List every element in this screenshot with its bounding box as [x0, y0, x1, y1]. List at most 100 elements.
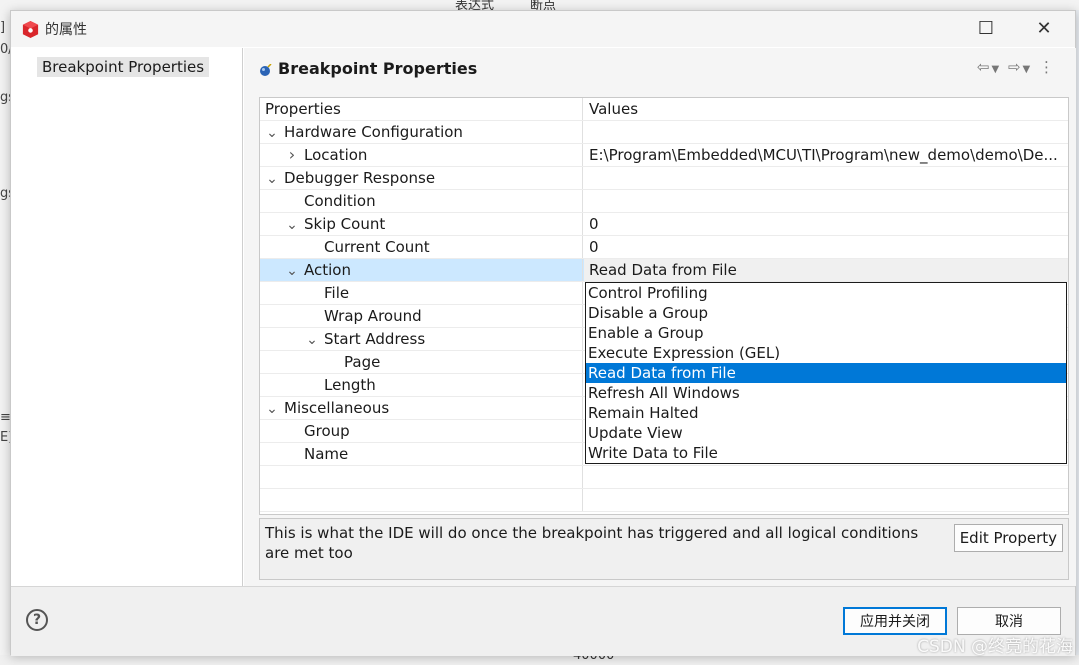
panel-title: Breakpoint Properties [278, 59, 478, 78]
expand-down-icon[interactable]: ⌄ [285, 218, 299, 232]
back-arrow-icon[interactable]: ⇦ [977, 58, 992, 76]
property-cell: Name [260, 443, 583, 465]
property-label: File [324, 284, 350, 302]
property-value[interactable]: Read Data from File [584, 259, 1068, 281]
breakpoint-icon [260, 64, 272, 76]
dropdown-option[interactable]: Execute Expression (GEL) [586, 343, 1066, 363]
properties-dialog: 的属性 ☐ ✕ Breakpoint Properties Breakpoint… [10, 10, 1076, 656]
property-value[interactable] [584, 121, 1068, 143]
property-label: Name [304, 445, 349, 463]
background-tab-expressions: 表达式 [455, 0, 495, 10]
property-label: Current Count [324, 238, 430, 256]
property-value[interactable]: E:\Program\Embedded\MCU\TI\Program\new_d… [584, 144, 1068, 166]
property-cell: ⌄ Debugger Response [260, 167, 583, 189]
property-cell: ⌄ Start Address [260, 328, 583, 350]
property-cell: ⌄ Hardware Configuration [260, 121, 583, 143]
property-label: Location [304, 146, 368, 164]
background-fragment: 0/ [0, 42, 10, 57]
property-cell: Length [260, 374, 583, 396]
property-cell: Condition [260, 190, 583, 212]
dropdown-option[interactable]: Remain Halted [586, 403, 1066, 423]
properties-table: Properties Values ⌄ Hardware Configuratio… [259, 97, 1069, 515]
property-cell [260, 489, 583, 511]
table-row[interactable] [260, 489, 1068, 512]
property-label: Skip Count [304, 215, 386, 233]
apply-and-close-button[interactable]: 应用并关闭 [843, 607, 947, 635]
nav-item-breakpoint-properties[interactable]: Breakpoint Properties [37, 57, 210, 77]
maximize-button[interactable]: ☐ [972, 17, 1000, 41]
expand-down-icon[interactable]: ⌄ [265, 402, 279, 416]
edit-property-button[interactable]: Edit Property [953, 524, 1063, 552]
property-label: Page [344, 353, 381, 371]
properties-panel: Breakpoint Properties ⇦▼ ⇨▼ ⋮ Properties… [244, 48, 1076, 586]
forward-dropdown-icon[interactable]: ▼ [1023, 64, 1033, 75]
back-dropdown-icon[interactable]: ▼ [991, 64, 1001, 75]
expand-down-icon[interactable]: ⌄ [305, 333, 319, 347]
table-row[interactable]: Condition [260, 190, 1068, 213]
property-value[interactable]: 0 [584, 236, 1068, 258]
dropdown-option[interactable]: Write Data to File [586, 443, 1066, 463]
view-menu-icon[interactable]: ⋮ [1039, 58, 1056, 76]
property-label: Hardware Configuration [284, 123, 463, 141]
history-nav: ⇦▼ ⇨▼ ⋮ [977, 58, 1056, 76]
action-dropdown-list[interactable]: Control Profiling Disable a Group Enable a… [585, 282, 1067, 464]
background-fragment: ≡ [0, 410, 10, 425]
dropdown-option[interactable]: Disable a Group [586, 303, 1066, 323]
table-row[interactable]: Current Count 0 [260, 236, 1068, 259]
help-icon[interactable]: ? [26, 609, 48, 631]
property-label: Debugger Response [284, 169, 436, 187]
property-cell: ⌄ Action [260, 259, 583, 281]
property-cell: Wrap Around [260, 305, 583, 327]
dropdown-option[interactable]: Refresh All Windows [586, 383, 1066, 403]
table-row[interactable]: ⌄ Debugger Response [260, 167, 1068, 190]
background-fragment: gs [0, 186, 10, 201]
property-value[interactable] [584, 466, 1068, 488]
property-value[interactable] [584, 167, 1068, 189]
property-cell: ⌄ Miscellaneous [260, 397, 583, 419]
dropdown-option[interactable]: Read Data from File [586, 363, 1066, 383]
expand-right-icon[interactable]: › [285, 144, 299, 166]
cancel-button[interactable]: 取消 [957, 607, 1061, 635]
dropdown-option[interactable]: Control Profiling [586, 283, 1066, 303]
property-value[interactable] [584, 489, 1068, 511]
property-label: Group [304, 422, 350, 440]
close-button[interactable]: ✕ [1030, 17, 1058, 41]
property-cell: › Location [260, 144, 583, 166]
table-row[interactable]: ⌄ Action Read Data from File [260, 259, 1068, 282]
property-cell: Current Count [260, 236, 583, 258]
table-header-row: Properties Values [260, 98, 1068, 121]
dialog-title: 的属性 [45, 22, 87, 38]
table-row[interactable]: ⌄ Skip Count 0 [260, 213, 1068, 236]
table-row[interactable]: › Location E:\Program\Embedded\MCU\TI\Prog… [260, 144, 1068, 167]
property-value[interactable]: 0 [584, 213, 1068, 235]
expand-down-icon[interactable]: ⌄ [285, 264, 299, 278]
background-ide-left: ] 0/ gs gs ≡ E) [0, 10, 10, 665]
property-label: Action [304, 261, 351, 279]
property-label: Start Address [324, 330, 426, 348]
property-label: Wrap Around [324, 307, 422, 325]
dropdown-option[interactable]: Enable a Group [586, 323, 1066, 343]
property-cell: Group [260, 420, 583, 442]
property-cell: Page [260, 351, 583, 373]
property-cell: File [260, 282, 583, 304]
dialog-footer: ? 应用并关闭 取消 [11, 586, 1075, 656]
properties-nav: Breakpoint Properties [11, 48, 243, 586]
property-value[interactable] [584, 190, 1068, 212]
property-label: Condition [304, 192, 376, 210]
expand-down-icon[interactable]: ⌄ [265, 126, 279, 140]
column-header-properties: Properties [260, 98, 583, 120]
property-cell: ⌄ Skip Count [260, 213, 583, 235]
table-row[interactable] [260, 466, 1068, 489]
column-header-values: Values [589, 100, 639, 118]
title-bar: 的属性 ☐ ✕ [11, 11, 1075, 47]
table-row[interactable]: ⌄ Hardware Configuration [260, 121, 1068, 144]
property-label: Miscellaneous [284, 399, 390, 417]
property-description: This is what the IDE will do once the br… [265, 524, 919, 562]
dropdown-option[interactable]: Update View [586, 423, 1066, 443]
property-label: Length [324, 376, 376, 394]
background-ide-toolbar: 表达式 断点 [0, 0, 1079, 10]
expand-down-icon[interactable]: ⌄ [265, 172, 279, 186]
forward-arrow-icon[interactable]: ⇨ [1008, 58, 1023, 76]
app-cube-icon [22, 20, 39, 39]
background-tab-breakpoints: 断点 [530, 0, 557, 10]
